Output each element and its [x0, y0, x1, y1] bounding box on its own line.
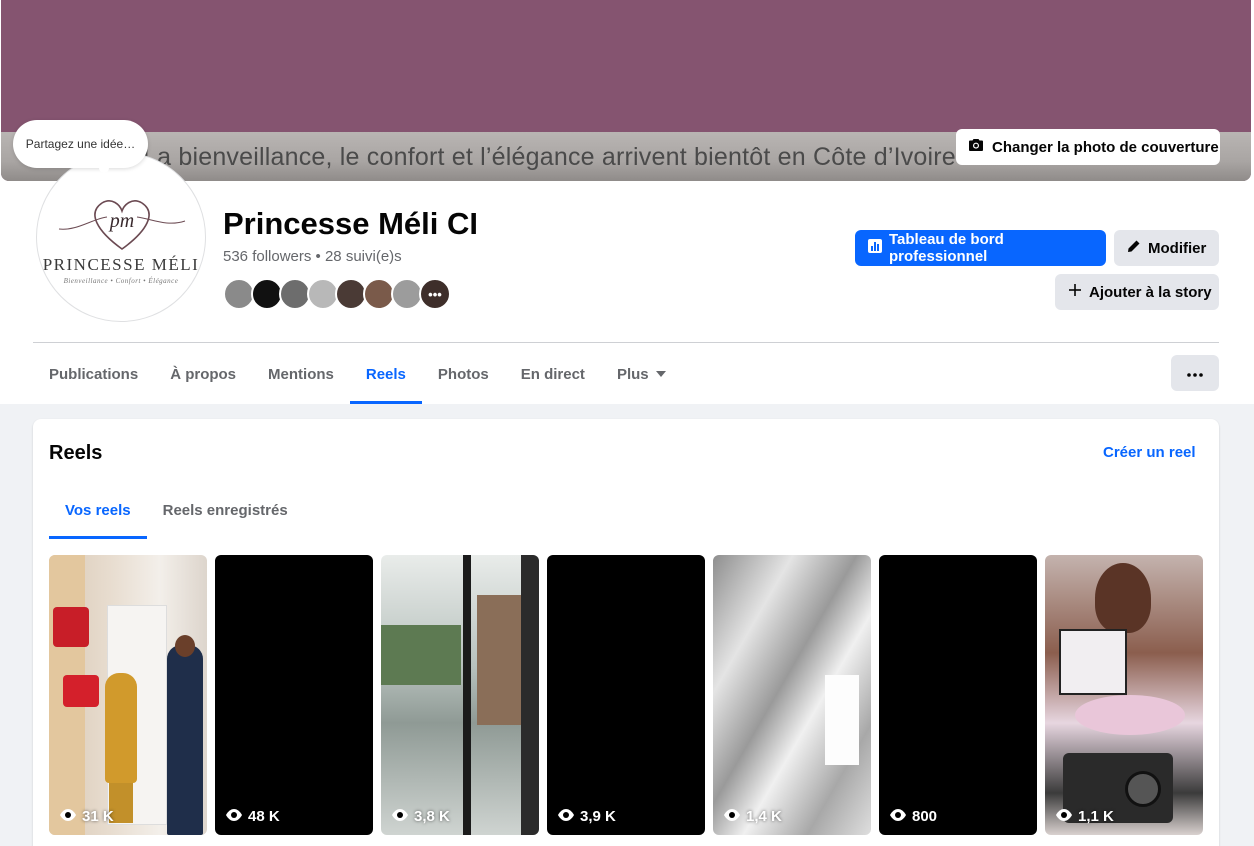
- follower-avatar-more[interactable]: •••: [419, 278, 451, 310]
- caret-down-icon: [655, 371, 666, 377]
- reel-thumbnail[interactable]: 3,8 K: [381, 555, 539, 835]
- eye-icon: [59, 808, 77, 825]
- reel-thumbnail[interactable]: 1,4 K: [713, 555, 871, 835]
- reel-view-count-text: 1,4 K: [746, 808, 782, 825]
- tab-more-label: Plus: [616, 365, 649, 383]
- reel-view-count: 31 K: [59, 808, 114, 825]
- eye-icon: [1055, 808, 1073, 825]
- avatar-monogram: pm: [108, 210, 134, 232]
- subtab-your-reels[interactable]: Vos reels: [49, 481, 147, 539]
- share-idea-bubble[interactable]: Partagez une idée…: [13, 120, 148, 173]
- reel-view-count-text: 3,8 K: [414, 808, 450, 825]
- reel-view-count-text: 800: [912, 808, 938, 825]
- reel-thumbnail[interactable]: 1,1 K: [1045, 555, 1203, 835]
- eye-icon: [225, 808, 243, 825]
- eye-icon: [723, 808, 741, 825]
- profile-avatar[interactable]: pm PRINCESSE MÉLI Bienveillance • Confor…: [36, 152, 206, 322]
- reel-view-count: 1,4 K: [723, 808, 782, 825]
- subtab-saved-reels[interactable]: Reels enregistrés: [147, 481, 304, 539]
- reel-view-count: 3,8 K: [391, 808, 450, 825]
- follower-stats[interactable]: 536 followers • 28 suivi(e)s: [223, 248, 402, 265]
- reel-thumbnail[interactable]: 3,9 K: [547, 555, 705, 835]
- ellipsis-icon: [1187, 364, 1203, 382]
- eye-icon: [889, 808, 907, 825]
- professional-dashboard-button[interactable]: Tableau de bord professionnel: [855, 230, 1106, 266]
- reel-thumbnail[interactable]: 48 K: [215, 555, 373, 835]
- eye-icon: [557, 808, 575, 825]
- heart-logo-icon: pm: [58, 200, 186, 250]
- tab-reels[interactable]: Reels: [349, 344, 422, 404]
- tab-publications[interactable]: Publications: [33, 344, 154, 404]
- follower-avatar-row: •••: [223, 278, 451, 310]
- tab-more[interactable]: Plus: [601, 344, 682, 404]
- reels-grid: 31 K 48 K 3,8 K 3,9 K 1,4 K 800 1,1 K: [49, 555, 1203, 835]
- tab-about[interactable]: À propos: [154, 344, 252, 404]
- reel-view-count-text: 31 K: [82, 808, 114, 825]
- cover-photo[interactable]: La bienveillance, le confort et l’élégan…: [1, 0, 1251, 181]
- change-cover-button[interactable]: Changer la photo de couverture: [956, 129, 1220, 165]
- cover-banner-text: La bienveillance, le confort et l’élégan…: [143, 143, 956, 171]
- pencil-icon: [1126, 238, 1142, 258]
- change-cover-label: Changer la photo de couverture: [992, 138, 1219, 156]
- reel-view-count-text: 3,9 K: [580, 808, 616, 825]
- header-divider: [33, 342, 1219, 343]
- reel-thumbnail[interactable]: 31 K: [49, 555, 207, 835]
- camera-icon: [968, 137, 984, 157]
- avatar-tagline: Bienveillance • Confort • Élégance: [63, 277, 179, 285]
- reel-view-count: 3,9 K: [557, 808, 616, 825]
- tab-mentions[interactable]: Mentions: [252, 344, 350, 404]
- tab-live[interactable]: En direct: [505, 344, 601, 404]
- reels-subtabs: Vos reels Reels enregistrés: [49, 481, 304, 539]
- profile-header: La bienveillance, le confort et l’élégan…: [0, 0, 1254, 404]
- reel-view-count: 800: [889, 808, 937, 825]
- reels-section-title: Reels: [49, 442, 103, 464]
- page-title: Princesse Méli CI: [223, 206, 479, 241]
- avatar-brand-text: PRINCESSE MÉLI: [42, 255, 200, 274]
- reel-view-count: 48 K: [225, 808, 280, 825]
- dashboard-chart-icon: [867, 238, 883, 258]
- edit-button-label: Modifier: [1148, 239, 1207, 257]
- profile-tabs: Publications À propos Mentions Reels Pho…: [33, 344, 682, 404]
- reel-view-count: 1,1 K: [1055, 808, 1114, 825]
- plus-icon: [1067, 282, 1083, 302]
- eye-icon: [391, 808, 409, 825]
- edit-button[interactable]: Modifier: [1114, 230, 1219, 266]
- reel-view-count-text: 48 K: [248, 808, 280, 825]
- reel-view-count-text: 1,1 K: [1078, 808, 1114, 825]
- create-reel-link[interactable]: Créer un reel: [1103, 444, 1196, 461]
- add-to-story-button[interactable]: Ajouter à la story: [1055, 274, 1219, 310]
- add-to-story-label: Ajouter à la story: [1089, 283, 1212, 301]
- more-options-button[interactable]: [1171, 355, 1219, 391]
- reel-thumbnail[interactable]: 800: [879, 555, 1037, 835]
- reels-card: Reels Créer un reel Vos reels Reels enre…: [33, 419, 1219, 846]
- tab-photos[interactable]: Photos: [422, 344, 505, 404]
- dashboard-button-label: Tableau de bord professionnel: [889, 231, 1004, 265]
